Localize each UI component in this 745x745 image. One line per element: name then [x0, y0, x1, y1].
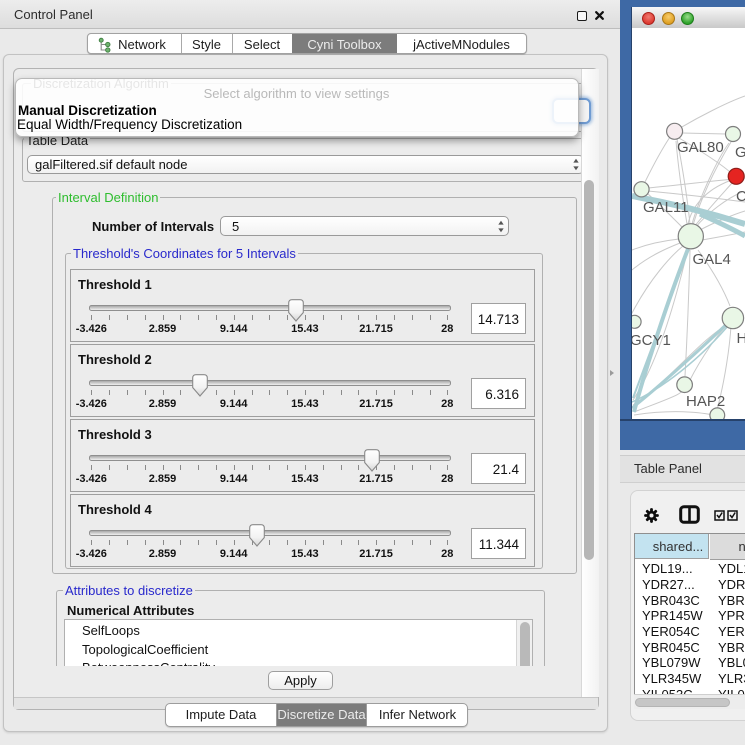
svg-text:GAL80: GAL80: [677, 139, 724, 156]
svg-text:C: C: [736, 188, 745, 205]
svg-text:GAL4: GAL4: [693, 251, 731, 268]
svg-text:G: G: [735, 144, 745, 161]
svg-text:HAP2: HAP2: [686, 393, 725, 410]
svg-text:H: H: [737, 330, 745, 347]
svg-text:GCY1: GCY1: [632, 332, 671, 349]
svg-text:GAL11: GAL11: [643, 199, 689, 216]
